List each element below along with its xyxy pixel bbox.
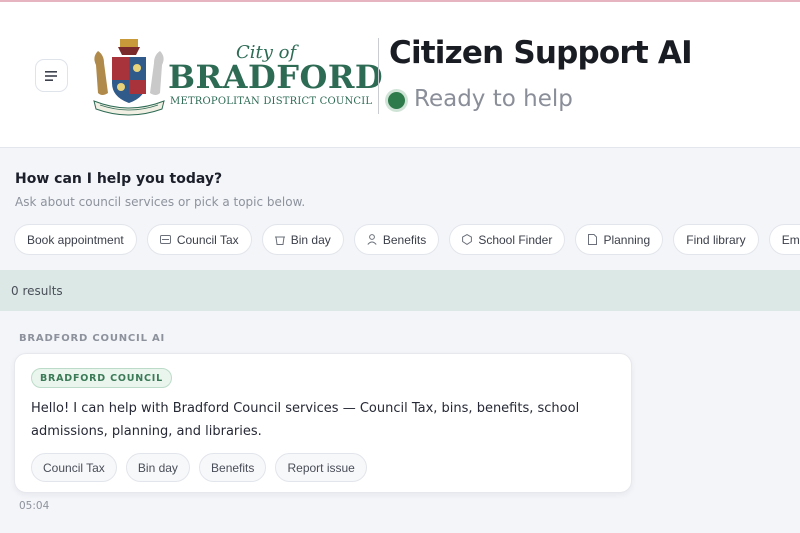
quick-reply-report-issue[interactable]: Report issue [275,453,367,482]
chip-label: School Finder [478,232,553,247]
chip-label: Planning [603,232,651,247]
intro-title: How can I help you today? [15,171,223,187]
app-title: Citizen Support AI [389,35,693,71]
message-text: Hello! I can help with Bradford Council … [31,401,580,439]
source-badge: BRADFORD COUNCIL [31,368,172,388]
menu-icon [44,70,59,81]
shield-icon [462,234,473,245]
chip-label: Bin day [290,232,331,247]
chip-label: Eme [781,232,800,247]
quick-replies: Council Tax Bin day Benefits Report issu… [31,453,371,482]
topic-book-appointment[interactable]: Book appointment [14,224,137,255]
results-bar: 0 results [0,270,800,311]
logo-name: BRADFORD [168,58,384,96]
topic-bin-day[interactable]: Bin day [261,224,344,255]
topic-school-finder[interactable]: School Finder [449,224,566,255]
topic-planning[interactable]: Planning [575,224,664,255]
status-text: Ready to help [414,86,573,112]
logo-subtitle: METROPOLITAN DISTRICT COUNCIL [170,96,373,107]
status-dot [388,92,405,109]
menu-button[interactable] [35,59,68,92]
bin-icon [274,235,285,245]
quick-reply-bin-day[interactable]: Bin day [125,453,190,482]
topic-council-tax[interactable]: Council Tax [146,224,252,255]
quick-reply-benefits[interactable]: Benefits [199,453,267,482]
chip-label: Book appointment [27,232,124,247]
assistant-message-card: BRADFORD COUNCIL Hello! I can help with … [14,353,632,493]
topic-chips: Book appointment Council Tax Bin day Ben… [14,224,800,256]
results-count: 0 results [11,283,63,298]
card-icon [159,235,171,244]
intro-subtitle: Ask about council services or pick a top… [15,195,306,209]
message-timestamp: 05:04 [19,500,50,512]
document-icon [588,234,598,245]
crest-icon [90,35,168,117]
chip-label: Council Tax [176,232,239,247]
app-header: City of BRADFORD METROPOLITAN DISTRICT C… [0,2,800,148]
chip-label: Benefits [382,232,427,247]
topic-benefits[interactable]: Benefits [353,224,440,255]
header-divider [378,38,379,114]
topic-emergency[interactable]: Eme [768,224,800,255]
chip-label: Find library [686,232,746,247]
sender-label: BRADFORD COUNCIL AI [19,333,166,344]
quick-reply-council-tax[interactable]: Council Tax [31,453,117,482]
topic-find-library[interactable]: Find library [673,224,759,255]
person-icon [367,234,377,245]
